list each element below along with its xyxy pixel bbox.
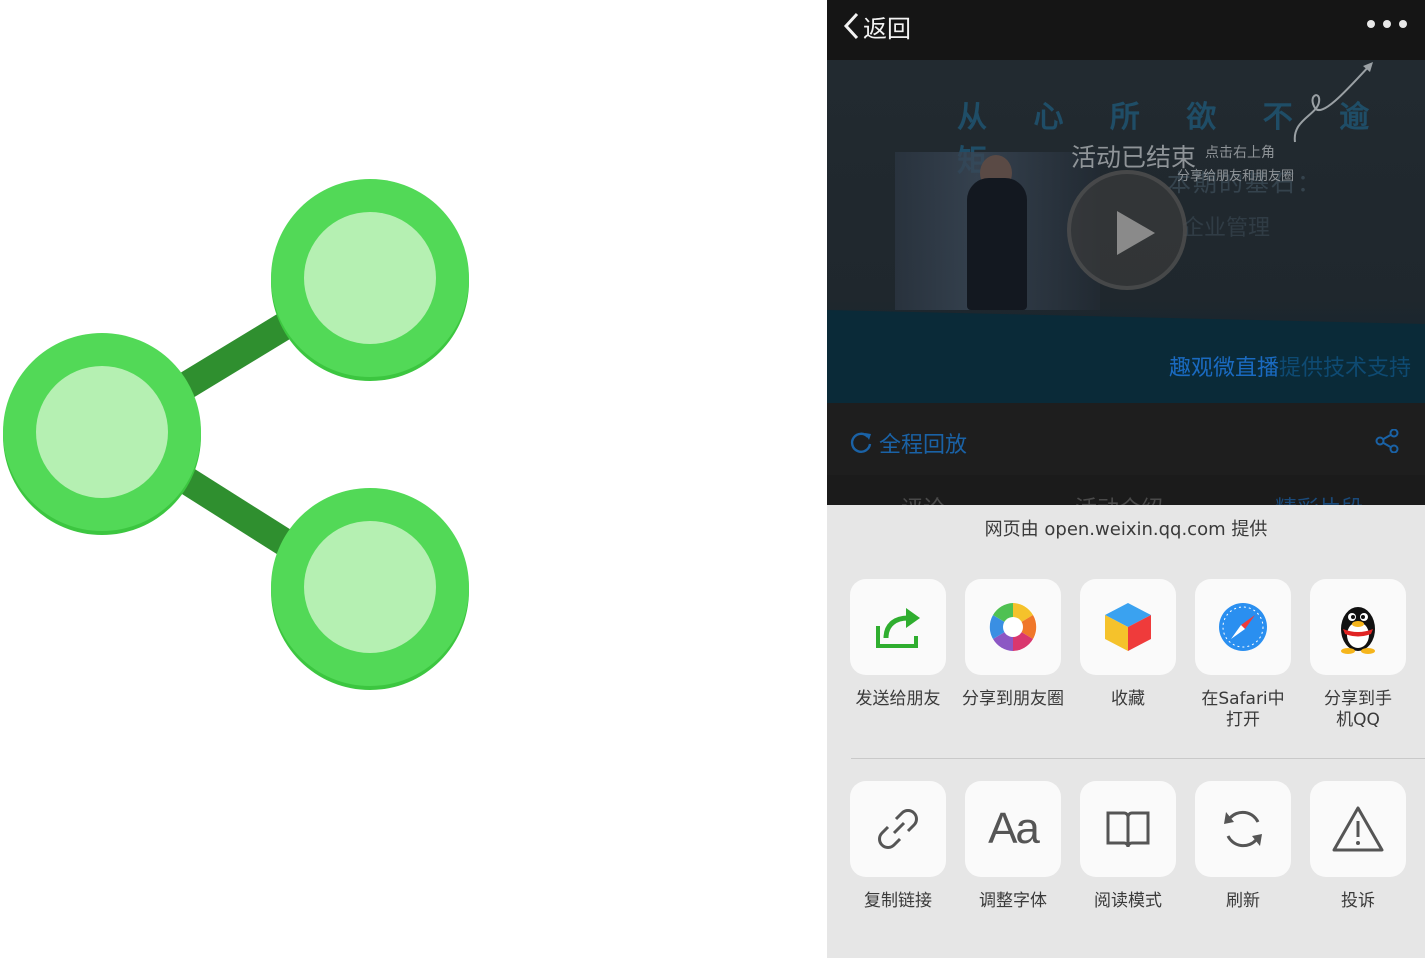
video-player[interactable]: 从 心 所 欲 不 逾 矩 本期的基石： 企业管理 活动已结束 点击右上角 分享…	[827, 60, 1425, 403]
share-moments-button[interactable]: 分享到朋友圈	[953, 579, 1073, 710]
share-icon[interactable]	[1375, 429, 1399, 453]
more-options-button[interactable]	[1367, 14, 1407, 34]
chevron-left-icon	[843, 12, 859, 40]
moments-icon	[989, 603, 1037, 651]
reading-mode-label: 阅读模式	[1094, 891, 1162, 911]
page-provider-text: 网页由 open.weixin.qq.com 提供	[984, 519, 1268, 540]
replay-bar: 全程回放	[827, 403, 1425, 475]
safari-icon	[1219, 603, 1267, 651]
speaker-body	[967, 178, 1027, 310]
favorite-label: 收藏	[1111, 689, 1145, 709]
share-moments-tile	[965, 579, 1061, 675]
tab-highlights[interactable]: 精彩片段	[1275, 491, 1363, 505]
copy-link-label: 复制链接	[864, 891, 932, 911]
tab-event-intro[interactable]: 活动介绍	[1075, 491, 1163, 505]
favorite-tile	[1080, 579, 1176, 675]
share-hint-line1: 点击右上角	[1205, 145, 1275, 161]
share-illustration-panel	[0, 0, 827, 958]
wechat-webview-screen: 返回 从 心 所 欲 不 逾 矩 本期的基石： 企业管理 活动已结束 点击右上角…	[827, 0, 1425, 958]
open-in-safari-tile	[1195, 579, 1291, 675]
send-to-friend-button[interactable]: 发送给朋友	[838, 579, 958, 710]
share-qq-button[interactable]: 分享到手机QQ	[1298, 579, 1418, 731]
actions-row: 复制链接 Aa 调整字体 阅读模式 刷新 投诉	[827, 781, 1425, 951]
send-to-friend-icon	[876, 608, 920, 648]
reading-mode-tile	[1080, 781, 1176, 877]
open-in-safari-button[interactable]: 在Safari中打开	[1183, 579, 1303, 731]
tab-comments[interactable]: 评论	[901, 491, 945, 505]
report-button[interactable]: 投诉	[1298, 781, 1418, 912]
adjust-font-tile: Aa	[965, 781, 1061, 877]
share-hint-line2: 分享给朋友和朋友圈	[1177, 169, 1295, 184]
share-row: 发送给朋友 分享到朋友圈 收藏 在Safari中打开 分享到手机QQ	[827, 579, 1425, 749]
share-network-icon	[3, 179, 469, 690]
refresh-icon	[1224, 810, 1262, 848]
font-size-icon: Aa	[988, 804, 1040, 853]
report-label: 投诉	[1341, 891, 1375, 911]
play-button[interactable]	[1067, 170, 1187, 290]
open-in-safari-label: 在Safari中打开	[1201, 689, 1285, 730]
replay-label: 全程回放	[879, 433, 968, 458]
copy-link-tile	[850, 781, 946, 877]
arrow-hint-icon	[1293, 62, 1373, 143]
dot-icon	[1383, 20, 1391, 28]
report-tile	[1310, 781, 1406, 877]
favorite-button[interactable]: 收藏	[1068, 579, 1188, 710]
tech-support-text: 趣观微直播提供技术支持	[1169, 350, 1411, 382]
share-qq-tile	[1310, 579, 1406, 675]
link-icon	[878, 809, 918, 849]
refresh-label: 刷新	[1226, 891, 1260, 911]
dot-icon	[1367, 20, 1375, 28]
refresh-button[interactable]: 刷新	[1183, 781, 1303, 912]
warning-icon	[1332, 806, 1384, 852]
favorite-cube-icon	[1105, 603, 1151, 651]
reading-mode-button[interactable]: 阅读模式	[1068, 781, 1188, 912]
tech-rest: 提供技术支持	[1278, 356, 1411, 381]
share-qq-label: 分享到手机QQ	[1324, 689, 1392, 730]
share-action-sheet: 网页由 open.weixin.qq.com 提供 发送给朋友 分享到朋友圈 收…	[827, 505, 1425, 958]
dot-icon	[1399, 20, 1407, 28]
adjust-font-button[interactable]: Aa 调整字体	[953, 781, 1073, 912]
back-label: 返回	[863, 14, 911, 43]
tech-brand: 趣观微直播	[1168, 356, 1279, 381]
qq-penguin-icon	[1341, 607, 1375, 654]
send-to-friend-label: 发送给朋友	[855, 689, 941, 709]
share-moments-label: 分享到朋友圈	[962, 689, 1064, 709]
copy-link-button[interactable]: 复制链接	[838, 781, 958, 912]
send-to-friend-tile	[850, 579, 946, 675]
video-subtitle-2: 企业管理	[1182, 216, 1271, 241]
back-button[interactable]: 返回	[841, 8, 911, 44]
replay-icon	[850, 432, 872, 453]
book-icon	[1106, 811, 1150, 848]
tab-bar: 评论 活动介绍 精彩片段	[827, 475, 1425, 505]
sheet-divider	[851, 758, 1425, 759]
full-replay-button[interactable]: 全程回放	[849, 427, 967, 459]
adjust-font-label: 调整字体	[979, 891, 1047, 911]
refresh-tile	[1195, 781, 1291, 877]
nav-bar: 返回	[827, 0, 1425, 60]
